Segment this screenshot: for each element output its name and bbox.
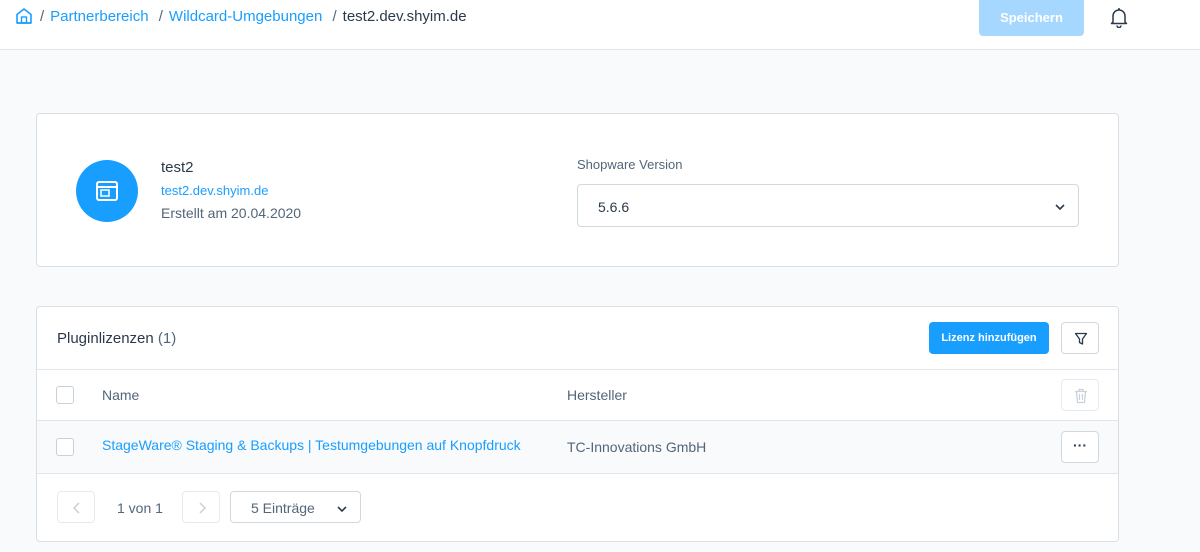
bell-icon[interactable] bbox=[1108, 6, 1130, 28]
row-checkbox[interactable] bbox=[56, 438, 74, 456]
browser-window-icon bbox=[96, 181, 118, 201]
plugin-licenses-title-text: Pluginlizenzen bbox=[57, 330, 154, 347]
plugin-name-link[interactable]: StageWare® Staging & Backups | Testumgeb… bbox=[102, 437, 521, 453]
plugin-vendor: TC-Innovations GmbH bbox=[567, 439, 707, 455]
previous-page-button[interactable] bbox=[57, 491, 95, 523]
environment-domain-link[interactable]: test2.dev.shyim.de bbox=[161, 183, 268, 198]
chevron-down-icon bbox=[1055, 204, 1065, 211]
version-label: Shopware Version bbox=[577, 157, 683, 172]
divider bbox=[37, 473, 1118, 474]
top-bar: / Partnerbereich / Wildcard-Umgebungen / te… bbox=[0, 0, 1200, 50]
environment-name: test2 bbox=[161, 159, 194, 176]
add-license-button[interactable]: Lizenz hinzufügen bbox=[929, 322, 1049, 354]
page-indicator: 1 von 1 bbox=[117, 500, 163, 516]
save-button[interactable]: Speichern bbox=[979, 0, 1084, 36]
version-value: 5.6.6 bbox=[598, 199, 630, 215]
plugin-licenses-title: Pluginlizenzen (1) bbox=[57, 330, 176, 347]
environment-avatar bbox=[76, 160, 138, 222]
environment-created-date: Erstellt am 20.04.2020 bbox=[161, 205, 302, 221]
version-select[interactable]: 5.6.6 bbox=[577, 184, 1079, 227]
chevron-left-icon bbox=[72, 502, 80, 514]
select-all-checkbox[interactable] bbox=[56, 386, 74, 404]
entries-per-page-value: 5 Einträge bbox=[251, 500, 315, 516]
breadcrumb-partnerbereich[interactable]: Partnerbereich bbox=[50, 8, 148, 25]
breadcrumb-current: test2.dev.shyim.de bbox=[342, 8, 467, 25]
trash-icon bbox=[1075, 388, 1087, 404]
divider bbox=[37, 369, 1118, 370]
plugin-licenses-count: (1) bbox=[157, 330, 177, 347]
home-icon[interactable] bbox=[15, 7, 33, 25]
chevron-down-icon bbox=[337, 506, 347, 513]
breadcrumb: / Partnerbereich / Wildcard-Umgebungen / te… bbox=[40, 8, 467, 25]
delete-button[interactable] bbox=[1061, 379, 1099, 411]
entries-per-page-select[interactable]: 5 Einträge bbox=[230, 491, 361, 523]
plugin-licenses-card: Pluginlizenzen (1) Lizenz hinzufügen Nam… bbox=[36, 306, 1119, 542]
breadcrumb-wildcard-umgebungen[interactable]: Wildcard-Umgebungen bbox=[169, 8, 322, 25]
column-header-name[interactable]: Name bbox=[102, 387, 139, 403]
row-actions-button[interactable]: ··· bbox=[1061, 431, 1099, 463]
column-header-vendor[interactable]: Hersteller bbox=[567, 387, 627, 403]
filter-icon bbox=[1074, 332, 1088, 345]
environment-card: test2 test2.dev.shyim.de Erstellt am 20.… bbox=[36, 113, 1119, 267]
next-page-button[interactable] bbox=[182, 491, 220, 523]
chevron-right-icon bbox=[199, 502, 207, 514]
filter-button[interactable] bbox=[1061, 322, 1099, 354]
